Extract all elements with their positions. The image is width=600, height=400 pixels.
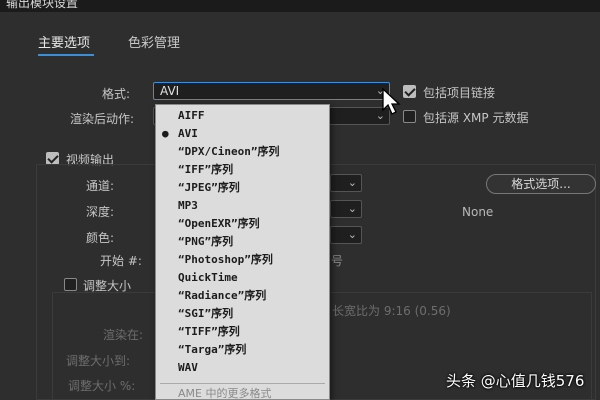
format-option[interactable]: “JPEG”序列 (156, 179, 329, 197)
start-label: 开始 #: (100, 254, 142, 268)
format-option[interactable]: WAV (156, 359, 329, 377)
depth-label: 深度: (86, 205, 115, 219)
chevron-down-icon: ⌄ (347, 176, 357, 189)
menu-separator (160, 383, 325, 384)
format-option[interactable]: “IFF”序列 (156, 161, 329, 179)
include-project-link-checkbox[interactable] (403, 85, 416, 98)
resize-checkbox[interactable] (64, 278, 77, 291)
render-at-label: 渲染在: (103, 328, 144, 342)
chevron-down-icon: ⌄ (347, 202, 357, 215)
resize-percent-label: 调整大小 %: (68, 379, 136, 393)
format-option[interactable]: “Targa”序列 (156, 341, 329, 359)
mouse-pointer-icon (382, 88, 401, 115)
format-option[interactable]: AIFF (156, 107, 329, 125)
format-value: AVI (160, 84, 180, 98)
tab-bar: 主要选项 色彩管理 (0, 12, 600, 60)
format-option[interactable]: MP3 (156, 197, 329, 215)
chevron-down-icon: ⌄ (347, 228, 357, 241)
selected-bullet-icon: ● (162, 127, 169, 140)
format-option[interactable]: “PNG”序列 (156, 233, 329, 251)
tab-color-management[interactable]: 色彩管理 (128, 32, 180, 51)
format-option[interactable]: “Photoshop”序列 (156, 251, 329, 269)
format-option-selected[interactable]: ● AVI (156, 125, 329, 143)
include-xmp-label: 包括源 XMP 元数据 (423, 111, 529, 125)
format-label: 格式: (102, 87, 131, 101)
active-tab-indicator (38, 54, 94, 56)
resize-to-label: 调整大小到: (66, 354, 131, 368)
aspect-ratio-hint: 长宽比为 9:16 (0.56) (332, 304, 451, 318)
include-project-link-label: 包括项目链接 (423, 86, 496, 100)
post-render-label: 渲染后动作: (70, 112, 135, 126)
format-option[interactable]: QuickTime (156, 269, 329, 287)
watermark-text: 头条 @心值几钱576 (446, 372, 585, 390)
format-info-text: None (462, 205, 494, 219)
color-label: 颜色: (86, 231, 115, 245)
start-suffix: 号 (331, 254, 344, 268)
color-select[interactable]: ⌄ (330, 226, 362, 244)
more-formats-option: AME 中的更多格式 (178, 387, 272, 400)
format-option[interactable]: “Radiance”序列 (156, 287, 329, 305)
depth-select[interactable]: ⌄ (330, 200, 362, 218)
format-option[interactable]: “TIFF”序列 (156, 323, 329, 341)
format-options-button[interactable]: 格式选项... (486, 174, 596, 194)
window-title: 输出模块设置 (6, 0, 79, 10)
format-dropdown-menu: AIFF ● AVI “DPX/Cineon”序列 “IFF”序列 “JPEG”… (155, 104, 330, 400)
tab-main-options[interactable]: 主要选项 (38, 32, 90, 51)
format-option[interactable]: “OpenEXR”序列 (156, 215, 329, 233)
title-bar: 输出模块设置 (0, 0, 600, 12)
channels-select[interactable]: ⌄ (330, 174, 362, 192)
format-option[interactable]: “SGI”序列 (156, 305, 329, 323)
format-select[interactable]: AVI ⌄ (153, 82, 390, 100)
include-xmp-checkbox[interactable] (403, 110, 416, 123)
format-option[interactable]: “DPX/Cineon”序列 (156, 143, 329, 161)
channels-label: 通道: (86, 179, 115, 193)
